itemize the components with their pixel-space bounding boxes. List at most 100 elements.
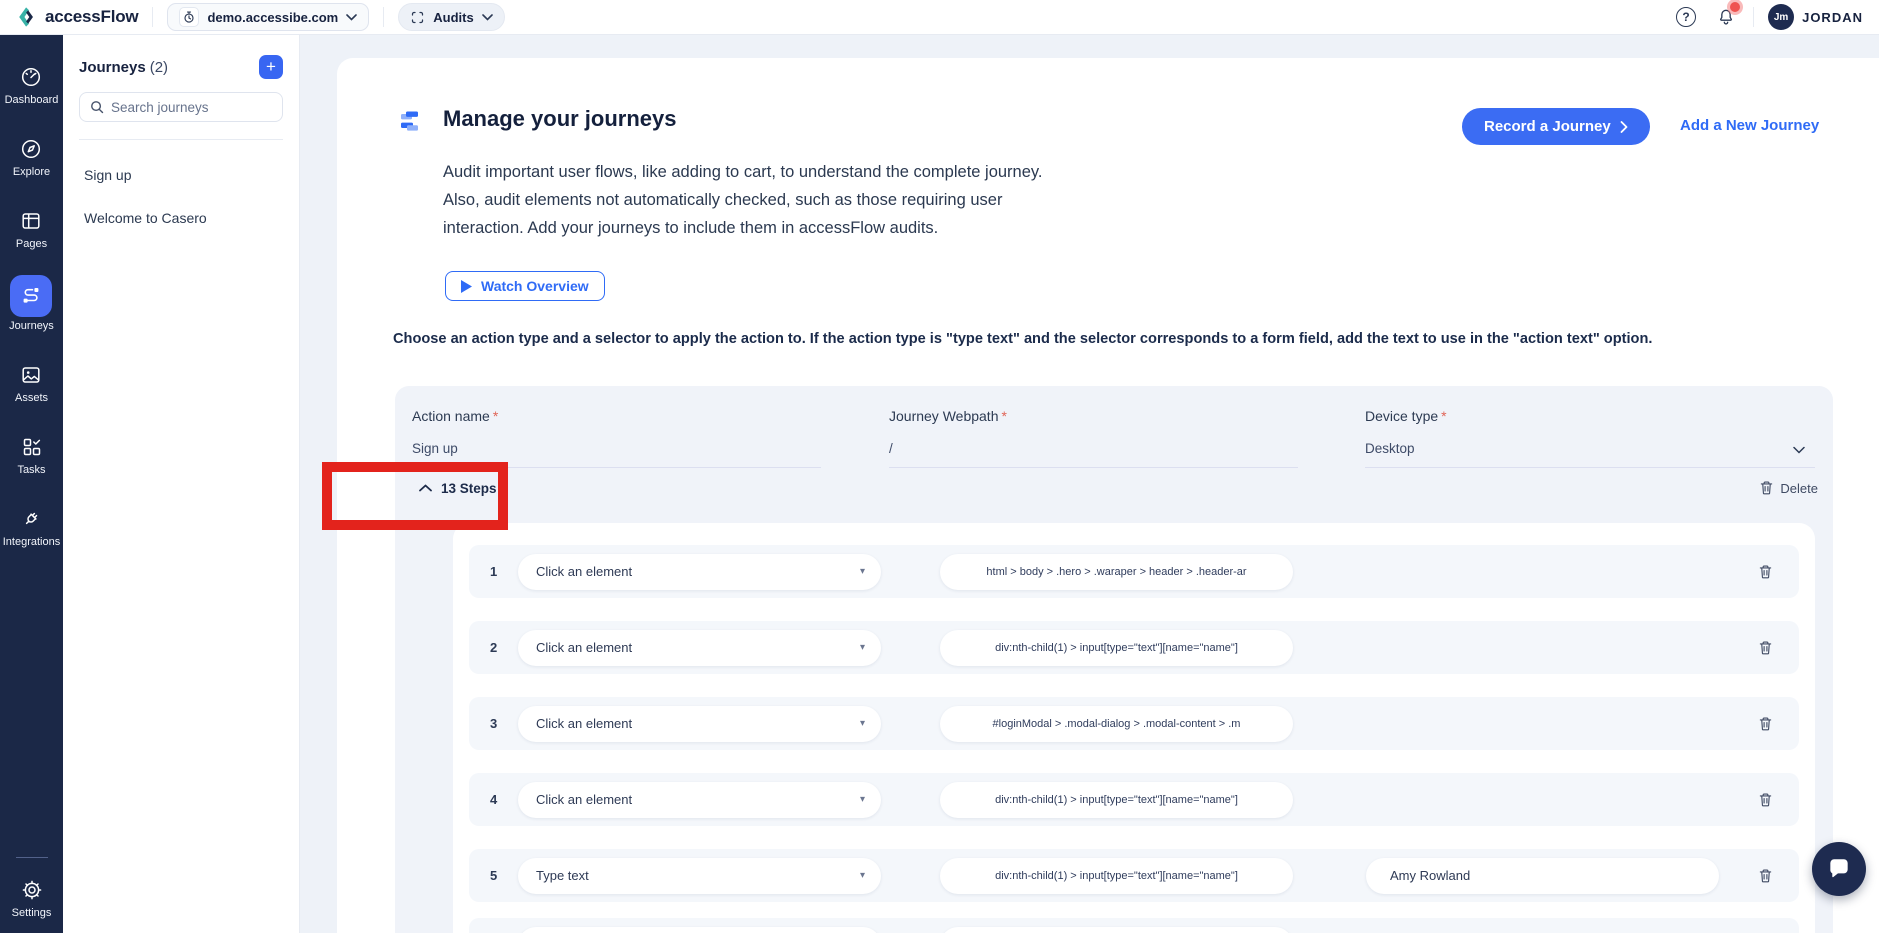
chevron-down-icon: ▾	[860, 794, 865, 805]
chevron-down-icon: ▾	[860, 642, 865, 653]
notifications-button[interactable]	[1713, 4, 1739, 30]
compass-icon	[19, 137, 43, 161]
step-action-select[interactable]: Click an element ▾	[518, 630, 881, 666]
panel-divider	[79, 139, 283, 140]
journey-list-item[interactable]: Welcome to Casero	[79, 210, 283, 226]
step-delete-button[interactable]	[1755, 562, 1775, 582]
step-selector-text: #loginModal > .modal-dialog > .modal-con…	[993, 718, 1241, 730]
step-number: 5	[490, 868, 506, 883]
journey-step-row: 2 Click an element ▾ div:nth-child(1) > …	[469, 621, 1799, 674]
brand-logo: accessFlow	[16, 6, 138, 28]
trash-icon	[1758, 564, 1773, 580]
record-journey-button[interactable]: Record a Journey	[1462, 108, 1650, 145]
journey-page-icon	[400, 110, 420, 139]
field-label-device-type: Device type*	[1365, 408, 1447, 424]
chat-widget-button[interactable]	[1812, 842, 1866, 896]
field-underline	[412, 467, 821, 468]
sidebar-item-assets[interactable]: Assets	[15, 363, 48, 404]
step-number: 4	[490, 792, 506, 807]
add-new-journey-link[interactable]: Add a New Journey	[1680, 118, 1819, 134]
domain-selector[interactable]: demo.accessibe.com	[167, 3, 369, 31]
step-action-select[interactable]: Click an element ▾	[518, 554, 881, 590]
help-icon: ?	[1676, 7, 1696, 27]
sidebar-item-tasks[interactable]: Tasks	[17, 435, 45, 476]
divider	[1753, 7, 1754, 27]
chevron-down-icon: ▾	[860, 566, 865, 577]
audits-value: Audits	[433, 10, 473, 25]
field-label-action-name: Action name*	[412, 408, 498, 424]
steps-list: 1 Click an element ▾ html > body > .hero…	[453, 523, 1815, 933]
chevron-down-icon: ▾	[860, 870, 865, 881]
search-input[interactable]	[111, 100, 261, 115]
step-selector-text: html > body > .hero > .waraper > header …	[986, 566, 1246, 578]
sidebar-item-settings[interactable]: Settings	[12, 878, 52, 919]
instruction-text: Choose an action type and a selector to …	[393, 331, 1652, 347]
journey-step-row: 4 Click an element ▾ div:nth-child(1) > …	[469, 773, 1799, 826]
chat-icon	[1826, 856, 1852, 882]
trash-icon	[1758, 792, 1773, 808]
step-number: 1	[490, 564, 506, 579]
steps-collapse-toggle[interactable]: 13 Steps	[419, 478, 497, 498]
journey-form-panel: Action name* Journey Webpath* Device typ…	[395, 386, 1833, 933]
divider	[152, 7, 153, 27]
watch-overview-button[interactable]: Watch Overview	[445, 271, 605, 301]
step-action-select[interactable]: Type text ▾	[518, 858, 881, 894]
gear-icon	[20, 878, 44, 902]
step-action-select[interactable]: ▾	[518, 927, 881, 933]
step-selector-pill[interactable]: #loginModal > .modal-dialog > .modal-con…	[940, 706, 1293, 742]
step-selector-pill[interactable]: div:nth-child(1) > input[type="text"][na…	[940, 858, 1293, 894]
journeys-panel: Journeys (2) + Sign up Welcome to Casero	[63, 35, 300, 933]
sidebar-item-pages[interactable]: Pages	[16, 209, 47, 250]
journey-step-row: ▾	[469, 918, 1799, 933]
step-number: 2	[490, 640, 506, 655]
action-name-input[interactable]: Sign up	[412, 441, 458, 456]
journeys-search[interactable]	[79, 92, 283, 122]
trash-icon	[1758, 868, 1773, 884]
step-delete-button[interactable]	[1755, 638, 1775, 658]
dashboard-icon	[19, 65, 43, 89]
avatar[interactable]: Jm	[1768, 4, 1794, 30]
step-selector-pill[interactable]: div:nth-child(1) > input[type="text"][na…	[940, 630, 1293, 666]
chevron-up-icon	[419, 484, 432, 492]
step-action-label: Click an element	[536, 792, 632, 807]
plug-icon	[19, 507, 43, 531]
domain-value: demo.accessibe.com	[207, 10, 338, 25]
chevron-right-icon	[1620, 121, 1628, 133]
add-journey-button[interactable]: +	[259, 55, 283, 79]
step-selector-text: div:nth-child(1) > input[type="text"][na…	[995, 794, 1238, 806]
journey-list-item[interactable]: Sign up	[79, 167, 283, 183]
delete-journey-button[interactable]: Delete	[1759, 478, 1818, 498]
sidebar-item-journeys[interactable]: Journeys	[9, 281, 54, 332]
chevron-down-icon	[346, 14, 357, 21]
trash-icon	[1759, 480, 1774, 496]
step-delete-button[interactable]	[1755, 714, 1775, 734]
sidebar-item-explore[interactable]: Explore	[13, 137, 50, 178]
step-text-pill[interactable]: Amy Rowland	[1366, 858, 1719, 894]
device-type-select[interactable]: Desktop	[1365, 441, 1415, 456]
active-highlight	[10, 275, 52, 317]
step-selector-pill[interactable]: html > body > .hero > .waraper > header …	[940, 554, 1293, 590]
stopwatch-icon	[179, 7, 199, 27]
sidebar-item-integrations[interactable]: Integrations	[3, 507, 60, 548]
main-sidebar: Dashboard Explore Pages Journeys	[0, 35, 63, 933]
tasks-icon	[20, 435, 44, 459]
section-selector-audits[interactable]: Audits	[398, 3, 504, 31]
field-underline	[889, 467, 1298, 468]
journey-step-row: 5 Type text ▾ div:nth-child(1) > input[t…	[469, 849, 1799, 902]
sidebar-item-dashboard[interactable]: Dashboard	[5, 65, 59, 106]
step-selector-pill[interactable]	[940, 927, 1293, 933]
user-name[interactable]: JORDAN	[1802, 10, 1863, 25]
step-action-label: Type text	[536, 868, 589, 883]
journey-webpath-input[interactable]: /	[889, 441, 893, 456]
chevron-down-icon[interactable]	[1793, 441, 1805, 459]
help-button[interactable]: ?	[1673, 4, 1699, 30]
step-delete-button[interactable]	[1755, 866, 1775, 886]
step-action-select[interactable]: Click an element ▾	[518, 782, 881, 818]
journeys-panel-title: Journeys	[79, 59, 146, 76]
step-action-select[interactable]: Click an element ▾	[518, 706, 881, 742]
search-icon	[90, 100, 104, 114]
required-asterisk: *	[493, 408, 498, 424]
step-selector-text: div:nth-child(1) > input[type="text"][na…	[995, 642, 1238, 654]
step-selector-pill[interactable]: div:nth-child(1) > input[type="text"][na…	[940, 782, 1293, 818]
step-delete-button[interactable]	[1755, 790, 1775, 810]
